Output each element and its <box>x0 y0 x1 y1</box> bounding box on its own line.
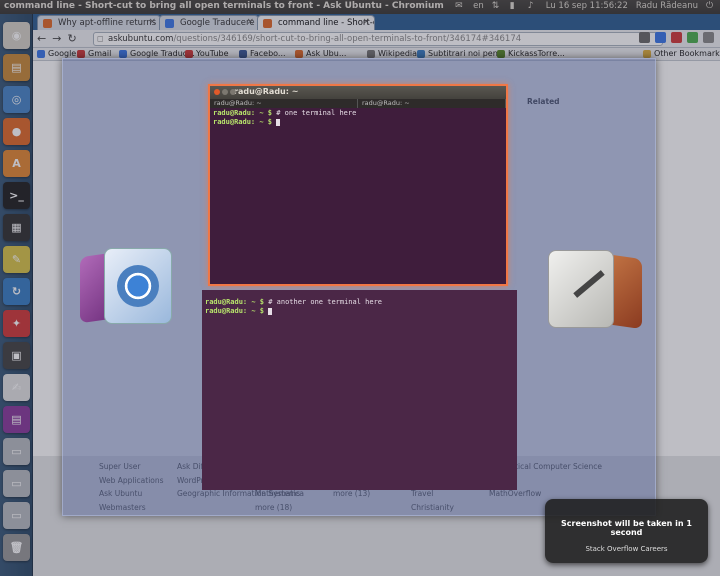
shell-prompt: radu@Radu: ~ $ <box>213 109 273 117</box>
terminal-line: radu@Radu: ~ $ <box>202 306 517 315</box>
shell-command: # another one terminal here <box>268 298 383 306</box>
pen-icon <box>573 270 605 298</box>
terminal-window-focused[interactable]: radu@Radu: ~ radu@Radu: ~ radu@Radu: ~ r… <box>208 84 508 286</box>
terminal-line: radu@Radu: ~ $ # another one terminal he… <box>202 290 517 306</box>
notification-bubble: Screenshot will be taken in 1 second Sta… <box>545 499 708 563</box>
shell-prompt: radu@Radu: ~ $ <box>205 307 265 315</box>
notification-title: Screenshot will be taken in 1 second <box>561 519 692 537</box>
terminal-tab[interactable]: radu@Radu: ~ <box>358 99 506 108</box>
terminal-line: radu@Radu: ~ $ # one terminal here <box>210 108 506 117</box>
terminal-title: radu@Radu: ~ <box>234 87 299 96</box>
terminal-tabs: radu@Radu: ~ radu@Radu: ~ <box>210 99 506 108</box>
terminal-tab[interactable]: radu@Radu: ~ <box>210 99 358 108</box>
shell-prompt: radu@Radu: ~ $ <box>213 118 273 126</box>
minimize-icon[interactable] <box>222 89 228 95</box>
text-cursor <box>268 307 273 315</box>
maximize-icon[interactable] <box>230 89 236 95</box>
chromium-app-icon[interactable] <box>104 248 172 324</box>
shell-prompt: radu@Radu: ~ $ <box>205 298 265 306</box>
terminal-window[interactable]: radu@Radu: ~ $ # another one terminal he… <box>202 290 517 490</box>
text-editor-app-icon[interactable] <box>548 250 614 328</box>
chromium-logo-icon <box>117 265 159 307</box>
text-cursor <box>276 118 281 126</box>
notification-subtitle: Stack Overflow Careers <box>585 545 668 553</box>
shell-command: # one terminal here <box>276 109 357 117</box>
terminal-titlebar[interactable]: radu@Radu: ~ <box>210 86 506 99</box>
terminal-line: radu@Radu: ~ $ <box>210 117 506 126</box>
close-icon[interactable] <box>214 89 220 95</box>
window-controls <box>214 89 236 95</box>
